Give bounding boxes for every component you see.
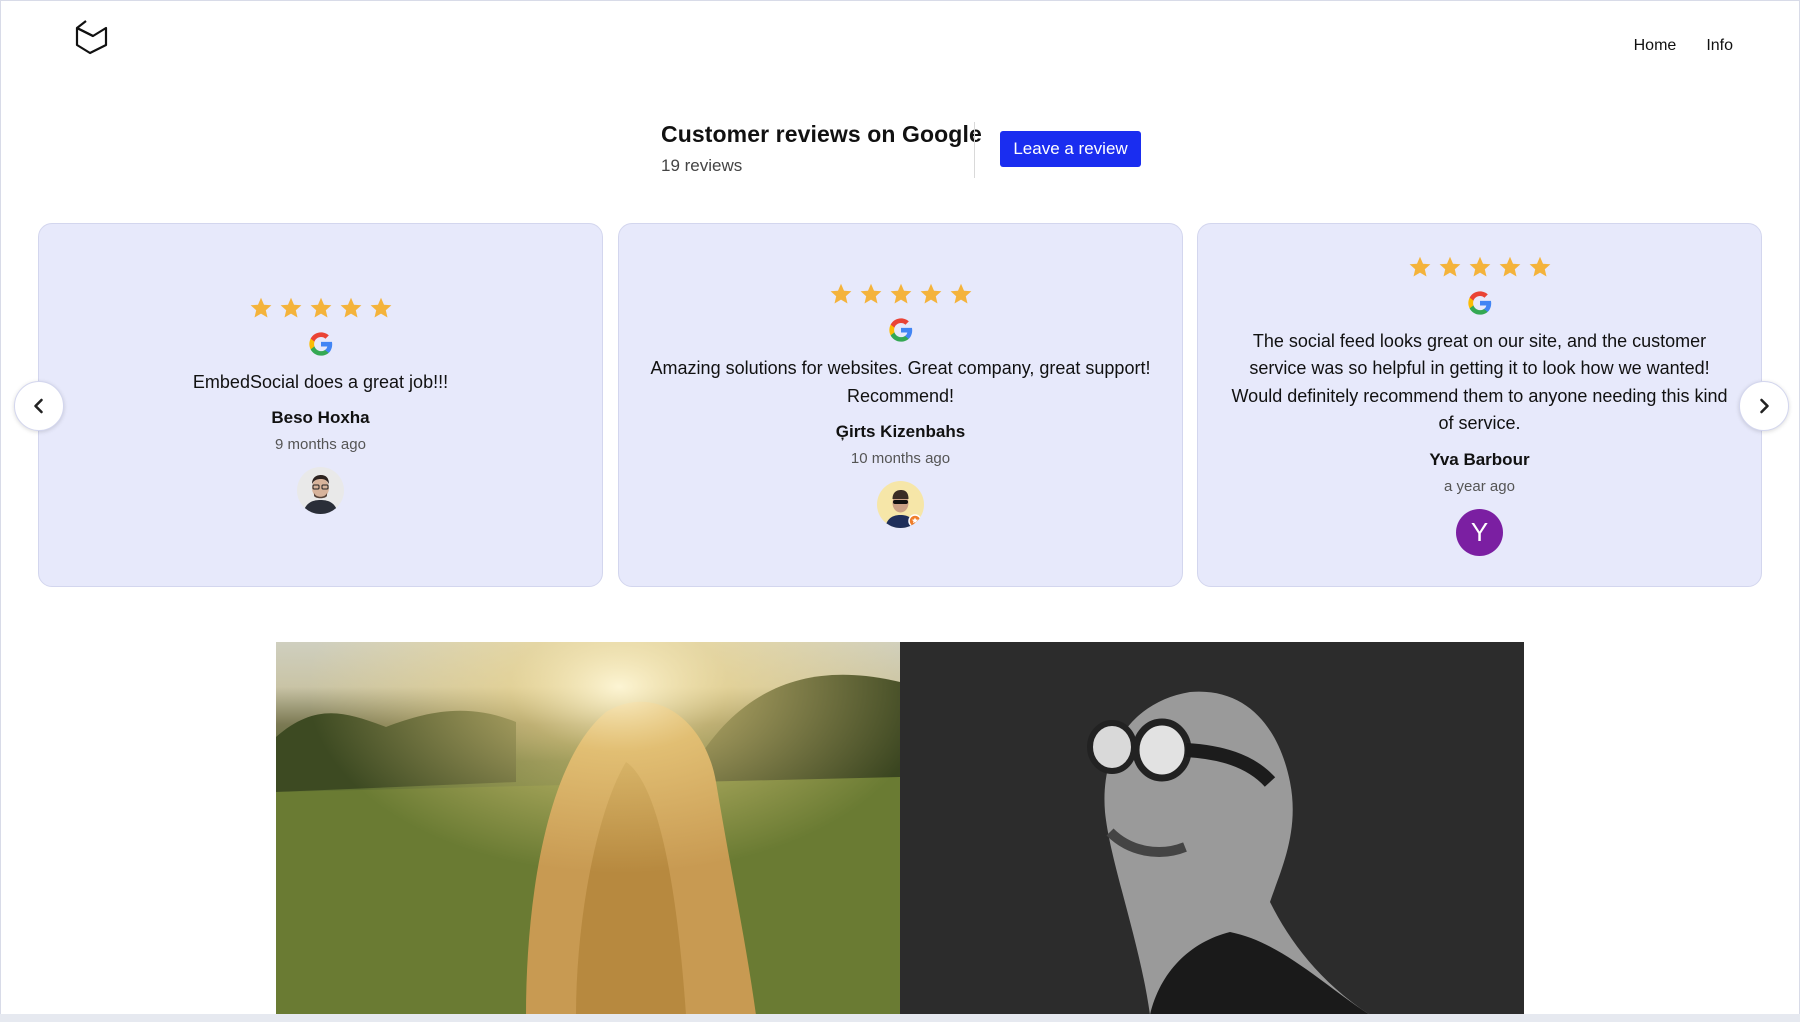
star-icon bbox=[890, 283, 911, 304]
star-icon bbox=[950, 283, 971, 304]
page: Home Info Customer reviews on Google 19 … bbox=[0, 0, 1800, 1021]
star-icon bbox=[1469, 256, 1490, 276]
leave-review-button[interactable]: Leave a review bbox=[1000, 131, 1141, 167]
star-icon bbox=[860, 283, 881, 304]
reviews-header: Customer reviews on Google 19 reviews bbox=[661, 121, 982, 176]
bottom-edge bbox=[0, 1014, 1800, 1022]
photo-man-with-goggles bbox=[900, 642, 1524, 1015]
review-date: 9 months ago bbox=[275, 436, 366, 454]
carousel-prev-button[interactable] bbox=[14, 381, 64, 431]
star-icon bbox=[310, 297, 331, 318]
review-text: The social feed looks great on our site,… bbox=[1231, 330, 1728, 434]
review-card: The social feed looks great on our site,… bbox=[1197, 223, 1762, 587]
reviewer-avatar bbox=[877, 481, 924, 528]
header-divider bbox=[974, 122, 975, 178]
google-logo-icon bbox=[1467, 290, 1491, 315]
logo-icon[interactable] bbox=[73, 19, 111, 55]
review-card: EmbedSocial does a great job!!! Beso Hox… bbox=[38, 223, 603, 587]
nav-home-link[interactable]: Home bbox=[1634, 37, 1677, 55]
reviews-title: Customer reviews on Google bbox=[661, 121, 982, 147]
photo-woman-in-field bbox=[276, 642, 900, 1015]
reviewer-name: Beso Hoxha bbox=[271, 408, 370, 428]
star-icon bbox=[280, 297, 301, 318]
star-icon bbox=[1529, 256, 1550, 276]
reviewer-name: Ģirts Kizenbahs bbox=[835, 422, 966, 441]
reviews-count: 19 reviews bbox=[661, 156, 743, 175]
google-logo-icon bbox=[888, 318, 912, 342]
rating-stars bbox=[1408, 255, 1552, 279]
star-icon bbox=[1499, 256, 1520, 276]
star-icon bbox=[920, 283, 941, 304]
star-icon bbox=[370, 297, 391, 318]
chevron-left-icon bbox=[34, 398, 43, 414]
star-icon bbox=[1409, 256, 1430, 276]
carousel-next-button[interactable] bbox=[1739, 381, 1789, 431]
rating-stars bbox=[249, 296, 393, 320]
star-icon bbox=[830, 283, 851, 304]
review-card: Amazing solutions for websites. Great co… bbox=[618, 223, 1183, 587]
rating-stars bbox=[829, 282, 973, 306]
review-date: 10 months ago bbox=[850, 450, 951, 467]
star-icon bbox=[1439, 256, 1460, 276]
star-icon bbox=[250, 297, 271, 318]
reviewer-name: Yva Barbour bbox=[1429, 449, 1530, 469]
chevron-right-icon bbox=[1760, 398, 1769, 414]
google-logo-icon bbox=[308, 332, 332, 356]
star-icon bbox=[340, 297, 361, 318]
review-date: a year ago bbox=[1444, 477, 1515, 495]
reviewer-avatar bbox=[297, 467, 344, 515]
review-text: EmbedSocial does a great job!!! bbox=[192, 371, 449, 392]
reviewer-avatar-initial: Y bbox=[1456, 508, 1503, 556]
review-text: Amazing solutions for websites. Great co… bbox=[650, 358, 1151, 406]
top-nav: Home Info bbox=[1634, 37, 1733, 55]
nav-info-link[interactable]: Info bbox=[1706, 37, 1733, 55]
